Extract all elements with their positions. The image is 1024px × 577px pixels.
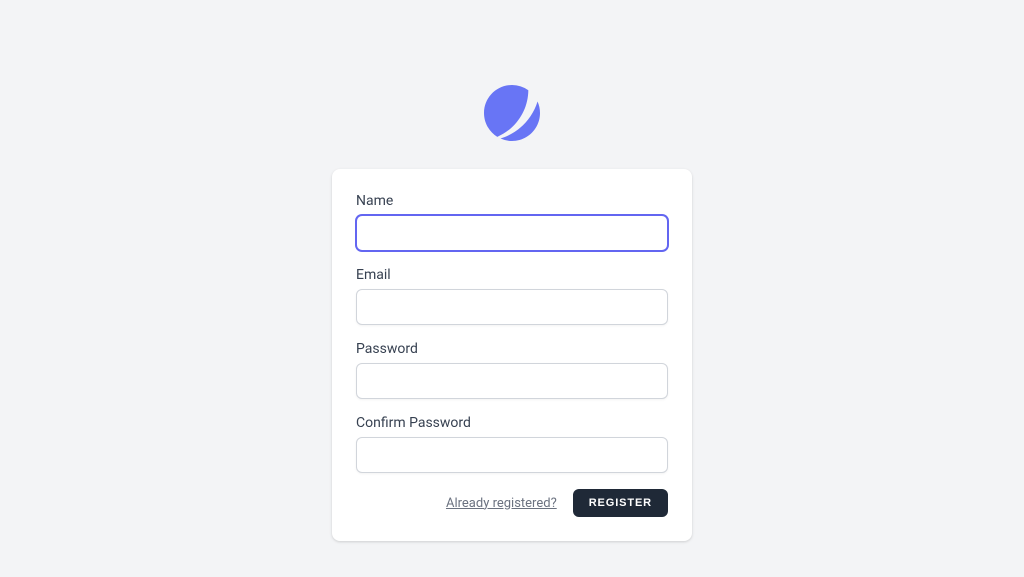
email-label: Email [356,267,668,283]
form-footer: Already registered? Register [356,489,668,517]
password-input[interactable] [356,363,668,399]
register-card: Name Email Password Confirm Password Alr… [332,169,692,541]
name-label: Name [356,193,668,209]
confirm-password-input[interactable] [356,437,668,473]
app-logo-icon [484,85,540,141]
email-field-group: Email [356,267,668,325]
already-registered-link[interactable]: Already registered? [446,496,557,511]
register-form: Name Email Password Confirm Password Alr… [356,193,668,517]
password-field-group: Password [356,341,668,399]
logo-container [484,85,540,145]
name-input[interactable] [356,215,668,251]
name-field-group: Name [356,193,668,251]
email-input[interactable] [356,289,668,325]
confirm-password-label: Confirm Password [356,415,668,431]
password-label: Password [356,341,668,357]
register-button[interactable]: Register [573,489,668,517]
confirm-password-field-group: Confirm Password [356,415,668,473]
